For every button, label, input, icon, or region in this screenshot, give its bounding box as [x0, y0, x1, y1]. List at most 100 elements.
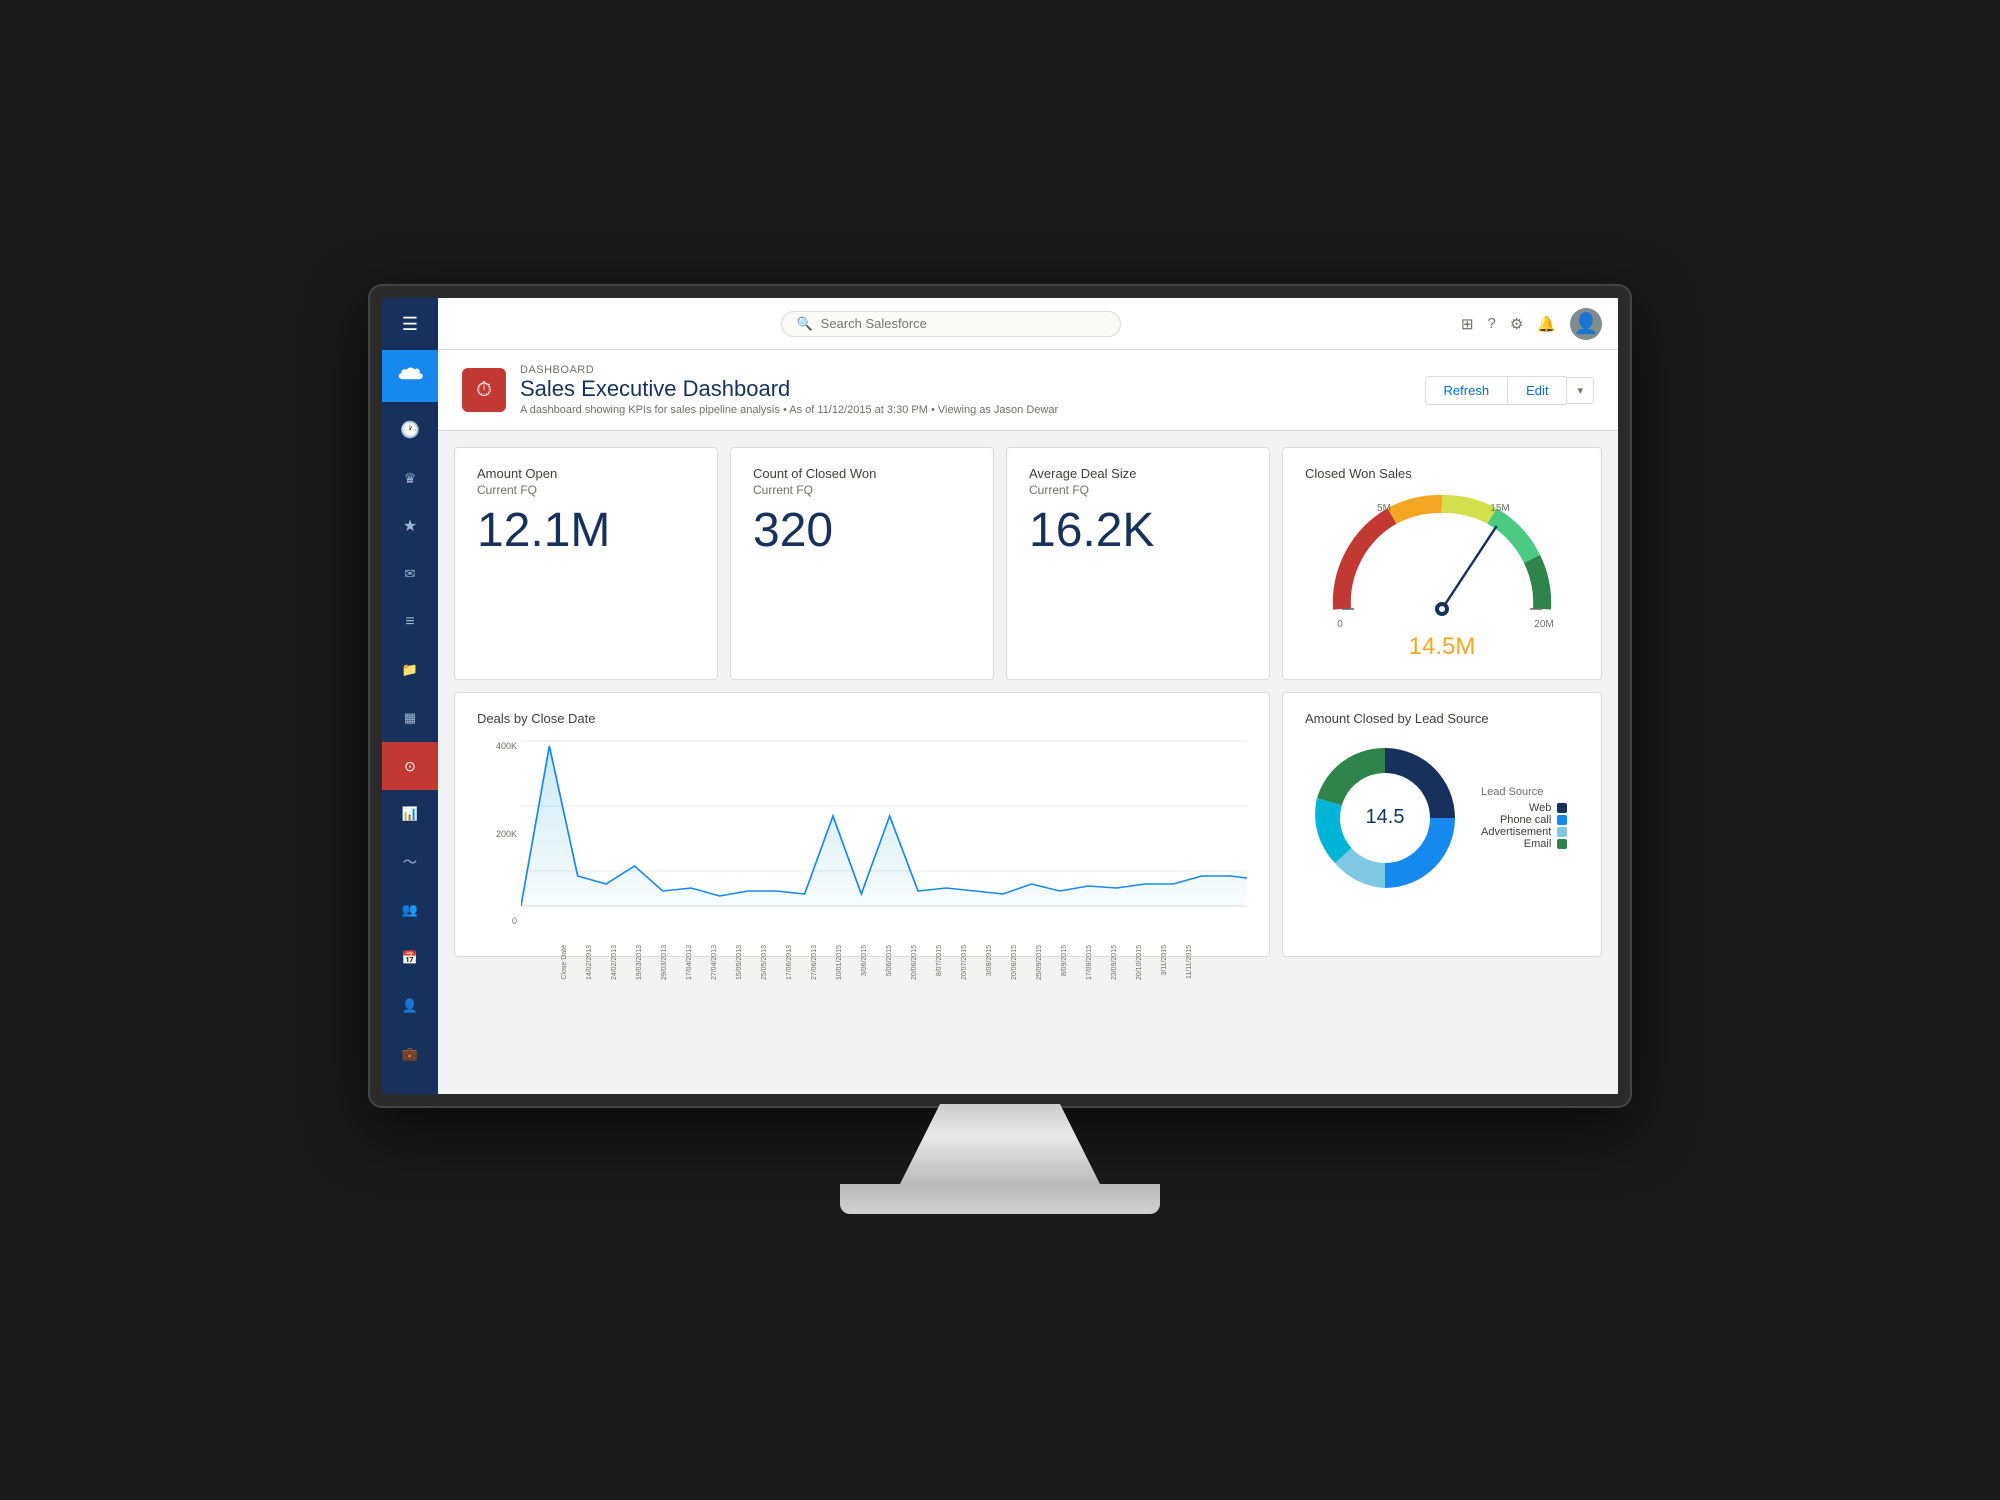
- salesforce-cloud-icon: [394, 365, 426, 387]
- kpi-title-amount-open: Amount Open: [477, 466, 695, 481]
- kpi-subtitle-avg-deal: Current FQ: [1029, 483, 1247, 497]
- dashboard-label: DASHBOARD: [520, 364, 1058, 376]
- svg-text:20/10/2015: 20/10/2015: [1136, 945, 1143, 980]
- svg-text:25/05/2013: 25/05/2013: [761, 945, 768, 980]
- line-chart-svg: [521, 736, 1247, 926]
- kpi-card-closed-won: Count of Closed Won Current FQ 320: [730, 447, 994, 680]
- x-axis-labels: Close Date 14/02/2013 24/02/2013 19/03/2…: [521, 931, 1247, 993]
- separator2: •: [931, 404, 938, 416]
- gauge-chart: 0 20M 5M 15M: [1322, 489, 1562, 629]
- sidebar-item-apps[interactable]: ▦: [382, 694, 438, 742]
- svg-text:17/09/2015: 17/09/2015: [1086, 945, 1093, 980]
- legend-label-phone: Phone call: [1500, 814, 1551, 826]
- legend-label-email: Email: [1524, 838, 1552, 850]
- svg-text:27/06/2013: 27/06/2013: [811, 945, 818, 980]
- kpi-title-closed-won: Count of Closed Won: [753, 466, 971, 481]
- chart-svg-container: Close Date 14/02/2013 24/02/2013 19/03/2…: [521, 736, 1247, 946]
- svg-text:3/11/2015: 3/11/2015: [1161, 945, 1168, 976]
- x-labels-svg: Close Date 14/02/2013 24/02/2013 19/03/2…: [521, 933, 1247, 993]
- svg-text:15M: 15M: [1490, 503, 1509, 514]
- svg-text:23/09/2015: 23/09/2015: [1111, 945, 1118, 980]
- donut-card: Amount Closed by Lead Source: [1282, 692, 1602, 957]
- legend-item-phone: Phone call: [1481, 814, 1567, 826]
- monitor-wrapper: ☰ 🕐 ♛ ★: [370, 286, 1630, 1214]
- dashboard-header-left: ⏱ DASHBOARD Sales Executive Dashboard A …: [462, 364, 1058, 416]
- svg-text:Close Date: Close Date: [561, 945, 568, 980]
- svg-text:5M: 5M: [1377, 503, 1391, 514]
- sidebar-item-recent[interactable]: 🕐: [382, 406, 438, 454]
- donut-content: 14.5 Lead Source Web: [1305, 738, 1579, 898]
- apps-grid-icon[interactable]: ⊞: [1461, 315, 1474, 333]
- sidebar-item-contacts[interactable]: 👥: [382, 886, 438, 934]
- search-input-wrapper[interactable]: 🔍: [781, 311, 1121, 337]
- svg-text:25/09/2015: 25/09/2015: [1036, 945, 1043, 980]
- sidebar-item-chatter[interactable]: ✉: [382, 550, 438, 598]
- svg-text:11/11/2015: 11/11/2015: [1186, 945, 1193, 979]
- sidebar-item-users[interactable]: 👤: [382, 982, 438, 1030]
- donut-title: Amount Closed by Lead Source: [1305, 711, 1579, 726]
- sidebar-item-files[interactable]: 📁: [382, 646, 438, 694]
- monitor-screen: ☰ 🕐 ♛ ★: [370, 286, 1630, 1106]
- edit-button[interactable]: Edit: [1507, 376, 1566, 405]
- folder-icon: 📁: [402, 662, 418, 678]
- sidebar-item-dashboard[interactable]: ⊙: [382, 742, 438, 790]
- sidebar-item-list[interactable]: ≡: [382, 598, 438, 646]
- wave-icon: 〜: [403, 852, 417, 872]
- subtitle-text: A dashboard showing KPIs for sales pipel…: [520, 404, 780, 416]
- legend-title: Lead Source: [1481, 786, 1567, 798]
- kpi-row: Amount Open Current FQ 12.1M Count of Cl…: [454, 447, 1602, 680]
- speedometer-icon: ⏱: [476, 379, 492, 402]
- svg-text:14/02/2013: 14/02/2013: [586, 945, 593, 980]
- gauge-title: Closed Won Sales: [1305, 466, 1579, 481]
- page-title: Sales Executive Dashboard: [520, 376, 1058, 402]
- svg-text:19/03/2013: 19/03/2013: [636, 945, 643, 980]
- hamburger-button[interactable]: ☰: [382, 298, 438, 350]
- search-input[interactable]: [821, 316, 1107, 331]
- grid-icon: ▦: [404, 710, 416, 726]
- sidebar-item-starred[interactable]: ★: [382, 502, 438, 550]
- chart-area: 400K 200K 0: [477, 736, 1247, 946]
- search-icon: 🔍: [796, 316, 812, 332]
- avatar[interactable]: 👤: [1570, 308, 1602, 340]
- sidebar-item-opportunities[interactable]: 💼: [382, 1030, 438, 1078]
- chart-title: Deals by Close Date: [477, 711, 1247, 726]
- svg-text:27/04/2013: 27/04/2013: [711, 945, 718, 980]
- bar-chart-icon: 📊: [402, 806, 418, 822]
- refresh-button[interactable]: Refresh: [1425, 376, 1508, 405]
- dropdown-button[interactable]: ▾: [1566, 377, 1594, 404]
- legend-item-ad: Advertisement: [1481, 826, 1567, 838]
- salesforce-logo[interactable]: [382, 350, 438, 402]
- sidebar-item-reports[interactable]: 📊: [382, 790, 438, 838]
- kpi-value-closed-won: 320: [753, 507, 971, 555]
- y-tick-200k: 200K: [496, 829, 517, 839]
- monitor-base: [840, 1184, 1160, 1214]
- kpi-value-avg-deal: 16.2K: [1029, 507, 1247, 555]
- y-axis: 400K 200K 0: [477, 736, 521, 946]
- legend-item-email: Email: [1481, 838, 1567, 850]
- settings-icon[interactable]: ⚙: [1510, 315, 1523, 333]
- legend-dot-ad: [1557, 827, 1567, 837]
- list-icon: ≡: [405, 613, 414, 631]
- calendar-icon: 📅: [402, 950, 418, 966]
- hamburger-icon: ☰: [402, 314, 418, 335]
- contacts-icon: 👥: [402, 902, 418, 918]
- help-icon[interactable]: ?: [1488, 315, 1496, 332]
- svg-text:8/07/2015: 8/07/2015: [936, 945, 943, 976]
- legend-dot-email: [1557, 839, 1567, 849]
- sidebar-item-favorites[interactable]: ♛: [382, 454, 438, 502]
- kpi-subtitle-closed-won: Current FQ: [753, 483, 971, 497]
- sidebar-item-activity[interactable]: 〜: [382, 838, 438, 886]
- svg-text:3/08/2015: 3/08/2015: [986, 945, 993, 976]
- notifications-icon[interactable]: 🔔: [1537, 315, 1556, 333]
- svg-text:29/03/2013: 29/03/2013: [661, 945, 668, 980]
- svg-text:20/08/2015: 20/08/2015: [1011, 945, 1018, 980]
- legend-dot-web: [1557, 803, 1567, 813]
- svg-text:14.5: 14.5: [1366, 806, 1405, 828]
- svg-text:8/09/2015: 8/09/2015: [1061, 945, 1068, 976]
- sidebar-item-calendar[interactable]: 📅: [382, 934, 438, 982]
- donut-legend: Lead Source Web Phone call: [1481, 786, 1567, 850]
- donut-chart-svg: 14.5: [1305, 738, 1465, 898]
- svg-text:17/04/2013: 17/04/2013: [686, 945, 693, 980]
- gauge-container: 0 20M 5M 15M: [1305, 489, 1579, 661]
- chart-card: Deals by Close Date 400K 200K 0: [454, 692, 1270, 957]
